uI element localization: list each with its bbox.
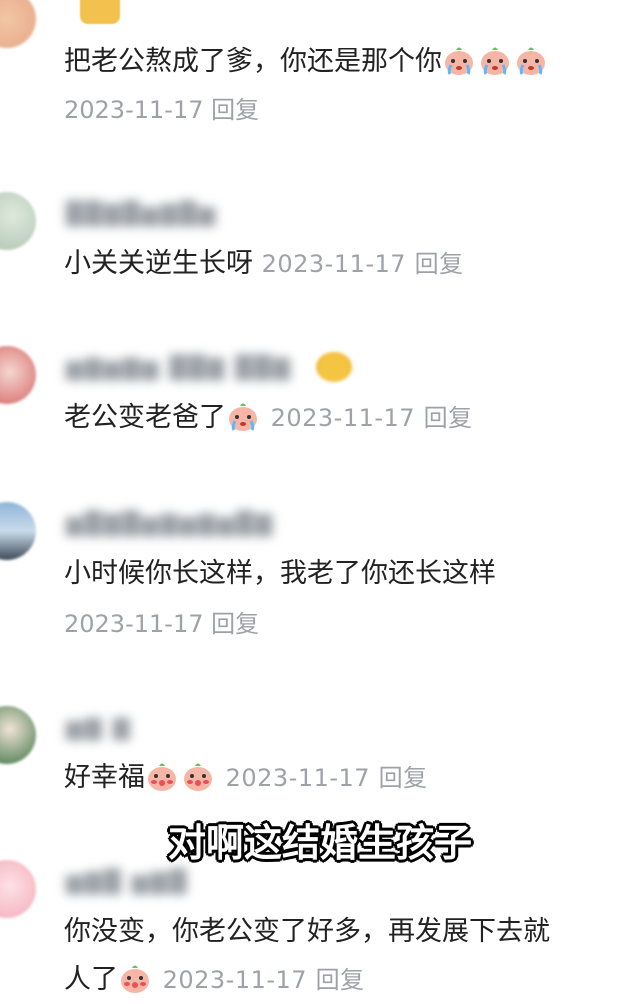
comment-text-line2: 人了 2023-11-17 回复	[64, 962, 365, 995]
comment-text: 老公变老爸了 2023-11-17 回复	[64, 400, 473, 433]
comment-date: 2023-11-17	[64, 96, 204, 124]
crying-peach-emoji	[442, 44, 476, 76]
crying-peach-emoji	[226, 400, 260, 432]
comment-meta: 2023-11-17 回复	[64, 94, 259, 126]
crying-peach-emoji	[478, 44, 512, 76]
comment-date: 2023-11-17	[162, 966, 308, 994]
blushing-peach-emoji	[145, 760, 179, 792]
comment-date: 2023-11-17	[270, 404, 416, 432]
reply-button[interactable]: 回复	[415, 250, 464, 278]
crying-peach-emoji	[514, 44, 548, 76]
username-blurred: ▆▇ ▇	[66, 716, 132, 741]
username-blurred: ██▇█▆▇█▆	[66, 202, 218, 227]
avatar[interactable]	[0, 0, 36, 48]
comment-date: 2023-11-17	[225, 764, 371, 792]
avatar[interactable]	[0, 192, 36, 250]
emoji-icon	[316, 352, 352, 382]
comment-text: 把老公熬成了爹，你还是那个你	[64, 44, 550, 80]
comment-text: 好幸福 2023-11-17 回复	[64, 760, 428, 793]
comment-text: 你没变，你老公变了好多，再发展下去就	[64, 916, 550, 947]
reply-button[interactable]: 回复	[316, 966, 365, 994]
avatar[interactable]	[0, 502, 36, 560]
comment-text: 小关关逆生长呀 2023-11-17 回复	[64, 248, 464, 279]
username-blurred: ▆▇▆▇▆ ██▇ ██▇	[66, 356, 293, 381]
reply-button[interactable]: 回复	[211, 96, 259, 124]
comment-date: 2023-11-17	[261, 250, 407, 278]
avatar[interactable]	[0, 860, 36, 918]
badge-icon	[80, 0, 120, 24]
blushing-peach-emoji	[118, 962, 152, 994]
video-subtitle: 对啊这结婚生孩子	[167, 821, 472, 865]
avatar[interactable]	[0, 346, 36, 404]
reply-button[interactable]: 回复	[424, 404, 473, 432]
reply-button[interactable]: 回复	[379, 764, 428, 792]
comment-text: 小时候你长这样，我老了你还长这样	[64, 558, 496, 589]
username-blurred: ▆█▇█▆▇▆▇▆█▇	[66, 512, 275, 537]
blushing-peach-emoji	[181, 760, 215, 792]
username-blurred: ▆▇█ ▆▇█	[66, 870, 189, 895]
comment-date: 2023-11-17	[64, 610, 204, 638]
comment-meta: 2023-11-17 回复	[64, 608, 259, 640]
avatar[interactable]	[0, 706, 36, 764]
reply-button[interactable]: 回复	[211, 610, 259, 638]
